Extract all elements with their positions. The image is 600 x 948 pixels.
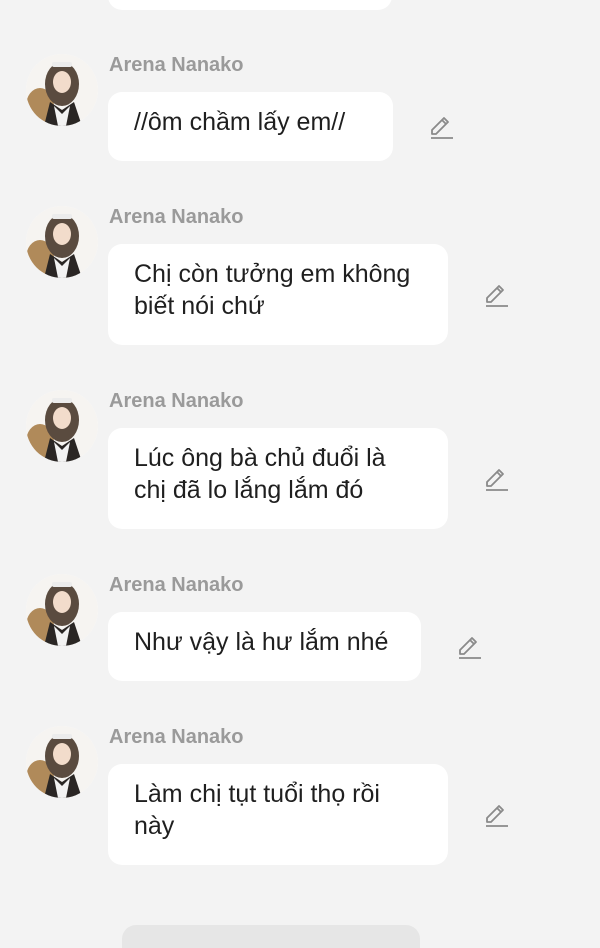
message-text: Lúc ông bà chủ đuổi là chị đã lo lắng lắ…: [134, 444, 386, 504]
sender-name: Arena Nanako: [109, 390, 244, 412]
avatar-image: [26, 54, 98, 126]
sender-name: Arena Nanako: [109, 574, 244, 596]
message-text: Như vậy là hư lắm nhé: [134, 628, 389, 656]
message-text: Làm chị tụt tuổi thọ rồi này: [134, 780, 380, 840]
chat-message: Arena Nanako //ôm chầm lấy em//: [0, 54, 600, 164]
avatar[interactable]: [26, 726, 98, 798]
sender-name: Arena Nanako: [109, 206, 244, 228]
message-text: Chị còn tưởng em không biết nói chứ: [134, 260, 411, 320]
avatar[interactable]: [26, 390, 98, 462]
message-bubble[interactable]: Như vậy là hư lắm nhé: [108, 612, 421, 681]
pencil-icon: [486, 469, 508, 491]
chat-message: Arena Nanako Làm chị tụt tuổi thọ rồi nà…: [0, 726, 600, 868]
chat-message: Arena Nanako Như vậy là hư lắm nhé: [0, 574, 600, 684]
pencil-icon: [431, 117, 453, 139]
avatar-image: [26, 726, 98, 798]
message-bubble[interactable]: Chị còn tưởng em không biết nói chứ: [108, 244, 448, 345]
previous-message-bubble: [108, 0, 392, 10]
avatar-image: [26, 574, 98, 646]
sender-name: Arena Nanako: [109, 726, 244, 748]
message-bubble[interactable]: //ôm chầm lấy em//: [108, 92, 393, 161]
avatar[interactable]: [26, 54, 98, 126]
pencil-icon: [486, 805, 508, 827]
edit-message-button[interactable]: [427, 113, 455, 141]
edit-message-button[interactable]: [455, 633, 483, 661]
edit-message-button[interactable]: [482, 801, 510, 829]
chat-message: Arena Nanako Lúc ông bà chủ đuổi là chị …: [0, 390, 600, 532]
sender-name: Arena Nanako: [109, 54, 244, 76]
edit-message-button[interactable]: [482, 465, 510, 493]
pencil-icon: [459, 637, 481, 659]
chat-message: Arena Nanako Chị còn tưởng em không biết…: [0, 206, 600, 348]
avatar[interactable]: [26, 574, 98, 646]
avatar-image: [26, 390, 98, 462]
pencil-icon: [486, 285, 508, 307]
message-bubble[interactable]: Lúc ông bà chủ đuổi là chị đã lo lắng lắ…: [108, 428, 448, 529]
message-text: //ôm chầm lấy em//: [134, 108, 346, 136]
avatar-image: [26, 206, 98, 278]
edit-message-button[interactable]: [482, 281, 510, 309]
chat-thread: Arena Nanako //ôm chầm lấy em// Arena Na…: [0, 0, 600, 948]
next-message-bubble: [122, 925, 420, 948]
avatar[interactable]: [26, 206, 98, 278]
message-bubble[interactable]: Làm chị tụt tuổi thọ rồi này: [108, 764, 448, 865]
